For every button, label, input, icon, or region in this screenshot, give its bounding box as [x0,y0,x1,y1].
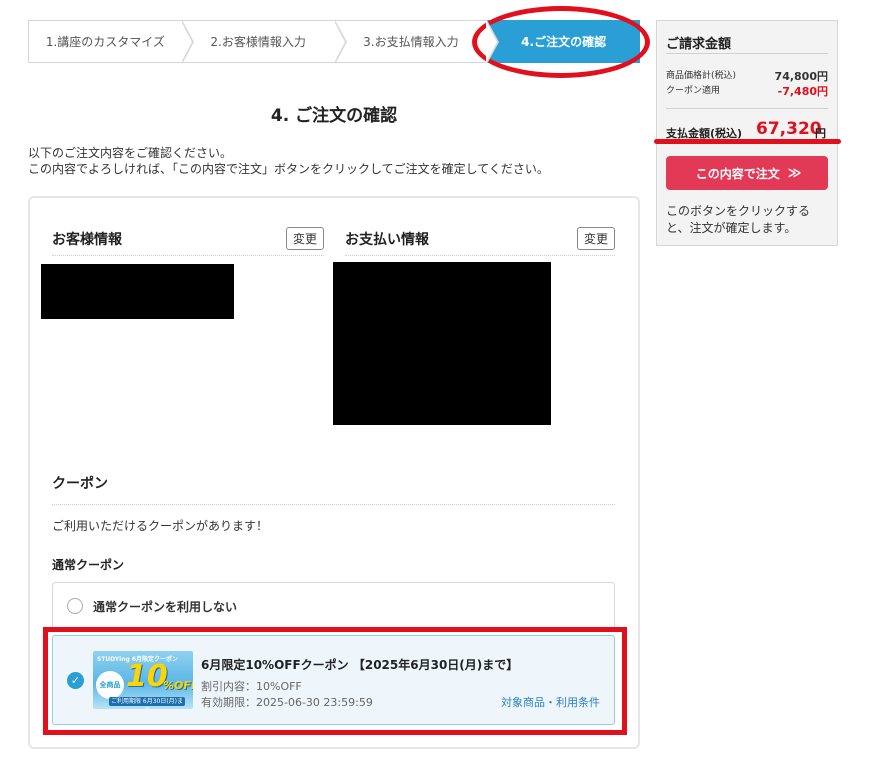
coupon-heading: クーポン [52,476,108,492]
annotation-underline [654,139,841,144]
banner-left-text: 全商品 [96,671,124,699]
step-chevron-icon [180,20,194,64]
coupon-applied-value: -7,480円 [777,85,828,98]
double-chevron-right-icon: ≫ [787,165,802,181]
divider [666,53,828,54]
step-confirm-order: 4.ご注文の確認 [487,20,640,63]
coupon-type-label: 通常クーポン [52,558,125,572]
coupon-expiry: 有効期限：2025-06-30 23:59:59 [201,696,373,709]
payment-info-heading: お支払い情報 [345,231,429,248]
banner-off-text: %OFF [163,679,193,692]
place-order-button[interactable]: この内容で注文 ≫ [666,156,828,190]
checkout-steps: 1.講座のカスタマイズ 2.お客様情報入力 3.お支払情報入力 4.ご注文の確認 [28,20,640,64]
step-payment-info: 3.お支払情報入力 [334,20,500,64]
billing-summary: ご請求金額 商品価格計(税込) 74,800円 クーポン適用 -7,480円 支… [656,20,838,246]
order-summary-card: お客様情報 変更 お支払い情報 変更 クーポン ご利用いただけるクーポンがありま… [28,196,640,749]
step-customize: 1.講座のカスタマイズ [28,20,194,64]
customer-info-header: お客様情報 変更 [52,222,324,256]
step-chevron-icon [486,20,500,64]
subtotal-label: 商品価格計(税込) [666,71,737,81]
coupon-discount-row: クーポン適用 -7,480円 [666,83,828,99]
coupon-banner-image: STUDYing 6月限定クーポン 全商品 10 %OFF ご利用期限 6月30… [93,651,193,709]
place-order-label: この内容で注文 [695,166,780,181]
banner-big-number: 10 [126,659,168,694]
page-title: 4. ご注文の確認 [270,106,398,126]
redacted-payment-info [333,262,551,425]
step-label: 4.ご注文の確認 [521,35,607,49]
no-coupon-label: 通常クーポンを利用しない [93,599,238,614]
subtotal-value: 74,800円 [774,70,828,83]
subtotal-row: 商品価格計(税込) 74,800円 [666,68,828,84]
coupon-applied-label: クーポン適用 [666,86,721,96]
billing-heading: ご請求金額 [666,37,732,52]
step-chevron-icon [333,20,347,64]
coupon-terms-link[interactable]: 対象商品・利用条件 [501,694,600,710]
divider [666,108,828,109]
intro-line: 以下のご注文内容をご確認ください。 [28,146,233,160]
coupon-title: 6月限定10%OFFクーポン 【2025年6月30日(月)まで】 [201,658,519,672]
coupon-option-june-10off[interactable]: ✓ STUDYing 6月限定クーポン 全商品 10 %OFF ご利用期限 6月… [52,635,615,725]
step-customer-info: 2.お客様情報入力 [181,20,347,64]
redacted-customer-info [41,264,234,319]
coupon-message: ご利用いただけるクーポンがあります！ [52,519,269,533]
change-payment-button[interactable]: 変更 [576,227,615,250]
intro-text: 以下のご注文内容をご確認ください。 この内容でよろしければ、「この内容で注文」ボ… [28,145,549,177]
intro-line: この内容でよろしければ、「この内容で注文」ボタンをクリックしてご注文を確定してく… [28,162,549,176]
step-label: 2.お客様情報入力 [210,35,306,49]
step-label: 1.講座のカスタマイズ [45,35,165,49]
check-icon[interactable]: ✓ [67,672,84,689]
customer-info-heading: お客様情報 [52,231,122,248]
order-note: このボタンをクリックすると、注文が確定します。 [666,204,811,235]
total-value: 67,320 [756,119,822,139]
change-customer-button[interactable]: 変更 [285,227,324,250]
step-label: 3.お支払情報入力 [363,35,459,49]
coupon-header: クーポン [52,473,615,505]
payment-info-header: お支払い情報 変更 [345,222,615,256]
banner-bottom-text: ご利用期限 6月30日(月)まで [109,697,185,709]
no-coupon-option[interactable]: 通常クーポンを利用しない [52,582,615,630]
coupon-discount: 割引内容：10%OFF [201,680,302,693]
radio-unchecked-icon[interactable] [67,598,83,614]
